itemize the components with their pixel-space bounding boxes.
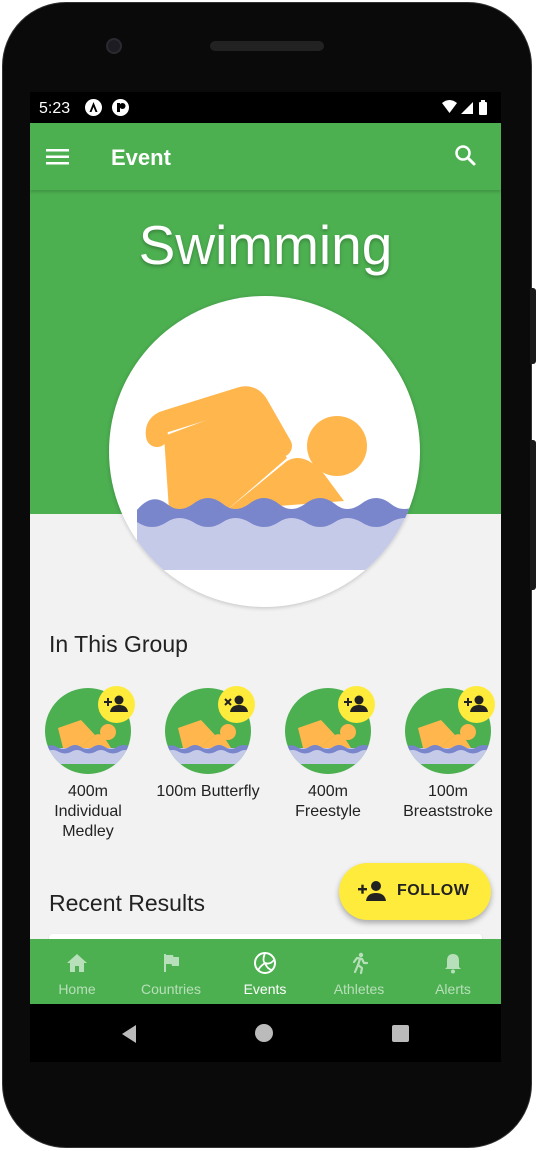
nav-events[interactable]: Events bbox=[218, 939, 312, 1004]
app-screen: 5:23 Event Swimming In This Group 400m I… bbox=[30, 92, 501, 1004]
event-title: Swimming bbox=[138, 214, 393, 276]
group-item-label: 400m Individual Medley bbox=[54, 783, 122, 840]
menu-icon[interactable] bbox=[46, 145, 74, 169]
power-button bbox=[530, 440, 536, 590]
group-item-100m-breaststroke[interactable]: 100m Breaststroke bbox=[396, 686, 500, 822]
back-icon[interactable] bbox=[120, 1024, 138, 1044]
nav-label: Countries bbox=[141, 981, 201, 997]
volume-button bbox=[530, 288, 536, 364]
nav-alerts[interactable]: Alerts bbox=[406, 939, 500, 1004]
bell-icon bbox=[445, 954, 461, 974]
group-section-title: In This Group bbox=[49, 631, 188, 657]
system-status-icons bbox=[442, 100, 487, 115]
group-item-100m-butterfly[interactable]: 100m Butterfly bbox=[156, 686, 260, 802]
top-app-bar: Event bbox=[30, 123, 501, 190]
nav-countries[interactable]: Countries bbox=[124, 939, 218, 1004]
status-time: 5:23 bbox=[39, 100, 71, 117]
system-navigation-bar bbox=[30, 1004, 501, 1062]
earpiece-speaker bbox=[210, 41, 324, 51]
recents-icon[interactable] bbox=[392, 1025, 409, 1042]
follow-user-icon[interactable] bbox=[98, 686, 135, 723]
add-person-icon bbox=[358, 881, 386, 901]
group-item-400m-im[interactable]: 400m Individual Medley bbox=[36, 686, 140, 842]
follow-button[interactable]: FOLLOW bbox=[339, 863, 491, 920]
unfollow-user-icon[interactable] bbox=[218, 686, 255, 723]
nav-home[interactable]: Home bbox=[30, 939, 124, 1004]
group-item-label: 100m Breaststroke bbox=[403, 783, 493, 820]
results-section-title: Recent Results bbox=[49, 890, 205, 916]
run-icon bbox=[352, 952, 369, 975]
nav-label: Athletes bbox=[333, 981, 385, 997]
notification-icon bbox=[85, 99, 102, 116]
group-item-label: 100m Butterfly bbox=[156, 783, 260, 800]
flag-icon bbox=[164, 954, 179, 972]
page-title: Event bbox=[111, 145, 171, 170]
follow-button-label: FOLLOW bbox=[397, 882, 470, 899]
phone-frame: 5:23 Event Swimming In This Group 400m I… bbox=[0, 0, 537, 1151]
nav-label: Home bbox=[58, 981, 96, 997]
status-bar: 5:23 bbox=[30, 92, 501, 123]
group-item-400m-freestyle[interactable]: 400m Freestyle bbox=[276, 686, 380, 822]
bottom-navigation: Home Countries Events Athletes Alerts bbox=[30, 939, 501, 1004]
notification-icon bbox=[112, 99, 129, 116]
home-icon bbox=[67, 954, 87, 972]
search-icon[interactable] bbox=[453, 143, 479, 169]
volleyball-icon bbox=[254, 952, 276, 974]
nav-label: Alerts bbox=[435, 981, 471, 997]
front-camera bbox=[106, 38, 122, 54]
home-button-icon[interactable] bbox=[255, 1024, 273, 1042]
follow-user-icon[interactable] bbox=[458, 686, 495, 723]
swimmer-icon bbox=[137, 386, 420, 570]
nav-label: Events bbox=[243, 981, 287, 997]
nav-athletes[interactable]: Athletes bbox=[312, 939, 406, 1004]
group-item-label: 400m Freestyle bbox=[295, 783, 361, 820]
follow-user-icon[interactable] bbox=[338, 686, 375, 723]
event-image bbox=[109, 296, 420, 607]
